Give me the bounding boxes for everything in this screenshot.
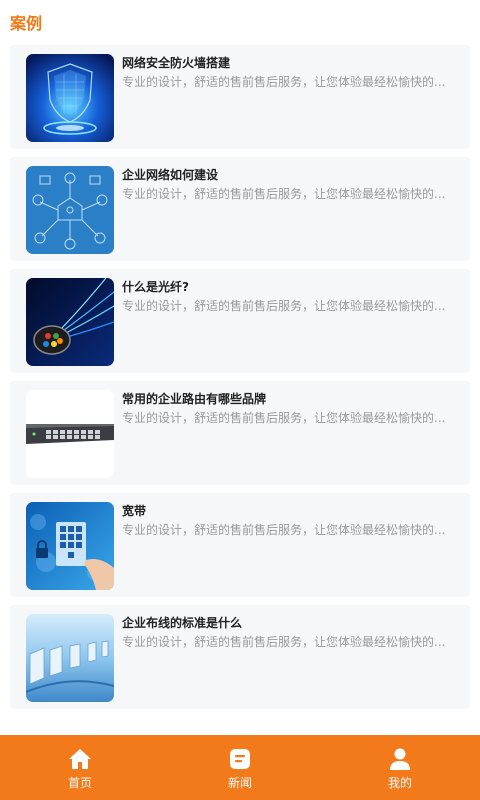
case-description: 专业的设计，舒适的售前售后服务，让您体验最经松愉快的... xyxy=(122,187,446,201)
case-title: 企业网络如何建设 xyxy=(122,168,219,182)
case-title: 宽带 xyxy=(122,504,147,518)
tab-news-label: 新闻 xyxy=(227,776,252,790)
page-container: 案例 网络安全防火墙搭建 专业的设计，舒适的售前售后服务，让您体验最经松愉快的.… xyxy=(0,0,480,735)
case-title: 企业布线的标准是什么 xyxy=(122,616,243,630)
case-title: 什么是光纤? xyxy=(122,280,189,294)
tab-profile-label: 我的 xyxy=(387,776,412,790)
firewall-shield-image xyxy=(26,54,114,142)
keypad-map-image xyxy=(26,502,114,590)
section-title: 案例 xyxy=(10,14,43,33)
case-card-broadband[interactable]: 宽带 专业的设计，舒适的售前售后服务，让您体验最经松愉快的... xyxy=(10,493,470,597)
tab-home-label: 首页 xyxy=(67,776,92,790)
case-card-cabling[interactable]: 企业布线的标准是什么 专业的设计，舒适的售前售后服务，让您体验最经松愉快的... xyxy=(10,605,470,709)
case-description: 专业的设计，舒适的售前售后服务，让您体验最经松愉快的... xyxy=(122,299,446,313)
case-description: 专业的设计，舒适的售前售后服务，让您体验最经松愉快的... xyxy=(122,523,446,537)
case-card-fiber[interactable]: 什么是光纤? 专业的设计，舒适的售前售后服务，让您体验最经松愉快的... xyxy=(10,269,470,373)
user-icon xyxy=(390,748,410,770)
case-title: 网络安全防火墙搭建 xyxy=(122,56,231,70)
tab-news[interactable]: 新闻 xyxy=(160,735,320,800)
case-title: 常用的企业路由有哪些品牌 xyxy=(122,392,267,406)
case-description: 专业的设计，舒适的售前售后服务，让您体验最经松愉快的... xyxy=(122,635,446,649)
case-card-router[interactable]: 常用的企业路由有哪些品牌 专业的设计，舒适的售前售后服务，让您体验最经松愉快的.… xyxy=(10,381,470,485)
router-switch-image xyxy=(26,390,114,478)
home-icon xyxy=(69,749,91,769)
case-description: 专业的设计，舒适的售前售后服务，让您体验最经松愉快的... xyxy=(122,411,446,425)
network-icons-image xyxy=(26,166,114,254)
cabling-server-image xyxy=(26,614,114,702)
news-icon xyxy=(230,749,250,769)
case-card-firewall[interactable]: 网络安全防火墙搭建 专业的设计，舒适的售前售后服务，让您体验最经松愉快的... xyxy=(10,45,470,149)
bottom-tab-bar: 首页 新闻 我的 xyxy=(0,735,480,800)
case-description: 专业的设计，舒适的售前售后服务，让您体验最经松愉快的... xyxy=(122,75,446,89)
tab-home[interactable]: 首页 xyxy=(0,735,160,800)
tab-profile[interactable]: 我的 xyxy=(320,735,480,800)
case-card-enterprise-network[interactable]: 企业网络如何建设 专业的设计，舒适的售前售后服务，让您体验最经松愉快的... xyxy=(10,157,470,261)
fiber-optic-image xyxy=(26,278,114,366)
case-list: 网络安全防火墙搭建 专业的设计，舒适的售前售后服务，让您体验最经松愉快的... xyxy=(10,45,470,717)
